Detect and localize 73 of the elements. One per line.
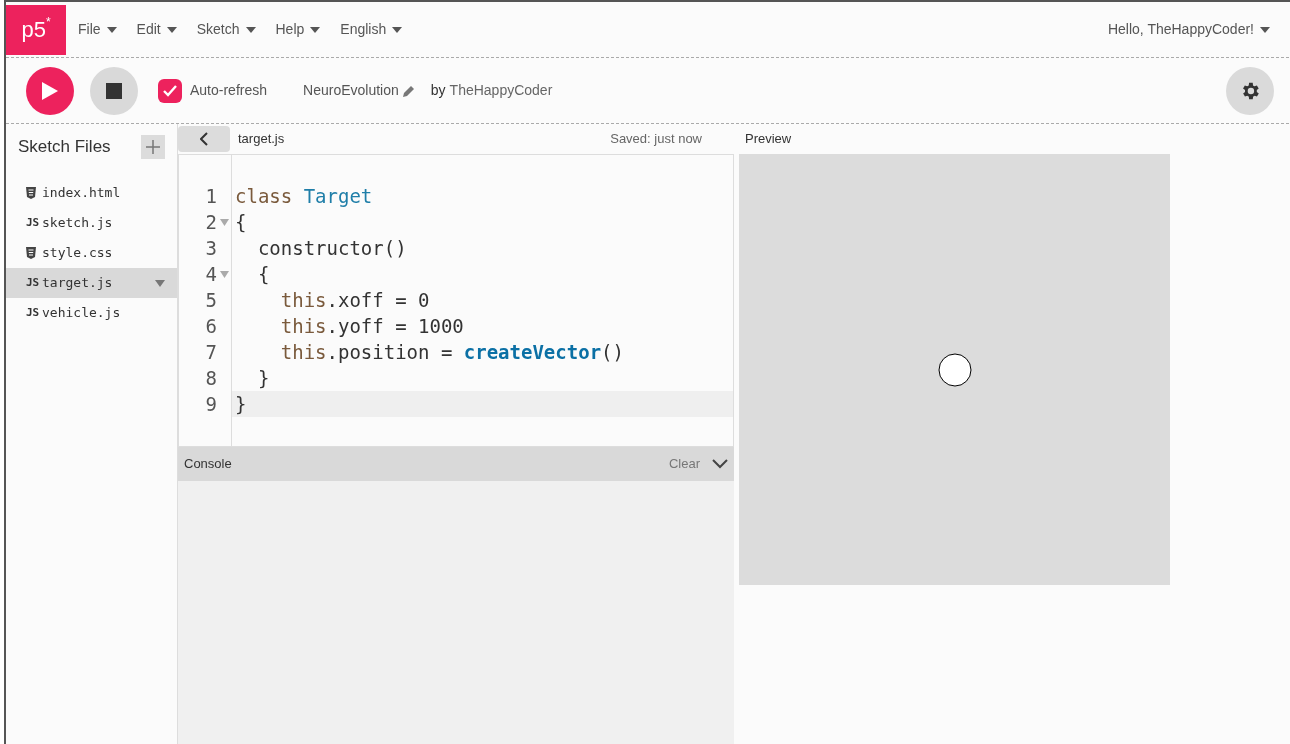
auto-refresh-label: Auto-refresh [190,81,268,100]
caret-icon [392,26,403,33]
line-number: 7 [204,340,217,365]
line-number: 2 [204,210,217,235]
file-tree-item[interactable]: JS target.js [6,268,177,298]
save-status: Saved: just now [610,130,702,149]
menu-item[interactable]: Sketch [196,19,256,40]
auto-refresh-checkbox[interactable] [158,78,182,103]
line-number: 6 [204,314,217,339]
caret-icon[interactable] [155,279,165,287]
fold-arrow-icon[interactable] [219,218,229,226]
sidebar-title: Sketch Files [18,136,111,159]
file-icon [26,247,36,259]
code-editor[interactable]: 1 class Target 2 { 3 constructor() 4 { 5 this.xoff = 0 6 this.yoff = 1000 7 this.position = createVector() 8 } 9 } [178,154,734,447]
line-number: 8 [204,366,217,391]
file-icon [26,187,36,199]
sketch-name[interactable]: NeuroEvolution [303,80,415,101]
file-tree-item[interactable]: style.css [6,238,177,268]
line-number: 5 [204,288,217,313]
menu-item[interactable]: Edit [136,19,177,40]
file-name: target.js [42,274,113,293]
menu-item[interactable]: Help [275,19,321,40]
file-tree-item[interactable]: index.html [6,178,177,208]
code-text: this.xoff = 0 [279,288,431,313]
code-text: { [256,262,271,287]
plus-icon [146,140,160,154]
caret-icon [166,26,177,33]
file-tree-item[interactable]: JS vehicle.js [6,298,177,328]
play-button[interactable] [26,66,74,115]
fold-arrow-icon[interactable] [219,270,229,278]
line-number: 4 [204,262,217,287]
user-menu[interactable]: Hello, TheHappyCoder! [1107,19,1270,40]
menu-item[interactable]: English [340,19,403,40]
file-name: vehicle.js [42,304,121,323]
chevron-down-icon[interactable] [712,459,728,469]
author-link[interactable]: TheHappyCoder [449,80,553,101]
pencil-icon [402,84,415,97]
code-text: this.position = createVector() [279,340,625,365]
code-text: class Target [234,184,374,209]
line-number: 3 [204,236,217,261]
caret-icon [310,26,321,33]
console-title: Console [184,455,232,474]
stop-button[interactable] [90,66,138,115]
settings-button[interactable] [1226,66,1274,115]
file-tree-item[interactable]: JS sketch.js [6,208,177,238]
p5-logo[interactable]: p5* [6,4,66,55]
stop-icon [106,82,122,99]
preview-title: Preview [745,130,792,149]
author-prefix: by [430,81,446,100]
line-number: 1 [204,184,217,209]
caret-icon [1260,26,1270,33]
file-name: style.css [42,244,113,263]
chevron-left-icon [200,132,208,146]
line-number: 9 [204,392,217,417]
collapse-sidebar-button[interactable] [178,126,230,152]
caret-icon [106,26,117,33]
code-text: } [256,366,271,391]
file-type-label: JS [26,274,41,291]
add-file-button[interactable] [141,135,165,159]
checkmark-icon [162,83,178,98]
menu-item[interactable]: File [78,19,117,40]
file-type-label: JS [26,214,41,231]
file-name: sketch.js [42,214,113,233]
file-type-label: JS [26,304,41,321]
caret-icon [245,26,256,33]
play-icon [42,81,58,100]
code-text: this.yoff = 1000 [279,314,465,339]
code-text: constructor() [256,236,408,261]
code-text: } [231,391,733,417]
file-name: index.html [42,184,121,203]
circle-drawing [937,352,972,387]
code-text: { [234,210,248,235]
editor-file-name: target.js [238,130,285,149]
